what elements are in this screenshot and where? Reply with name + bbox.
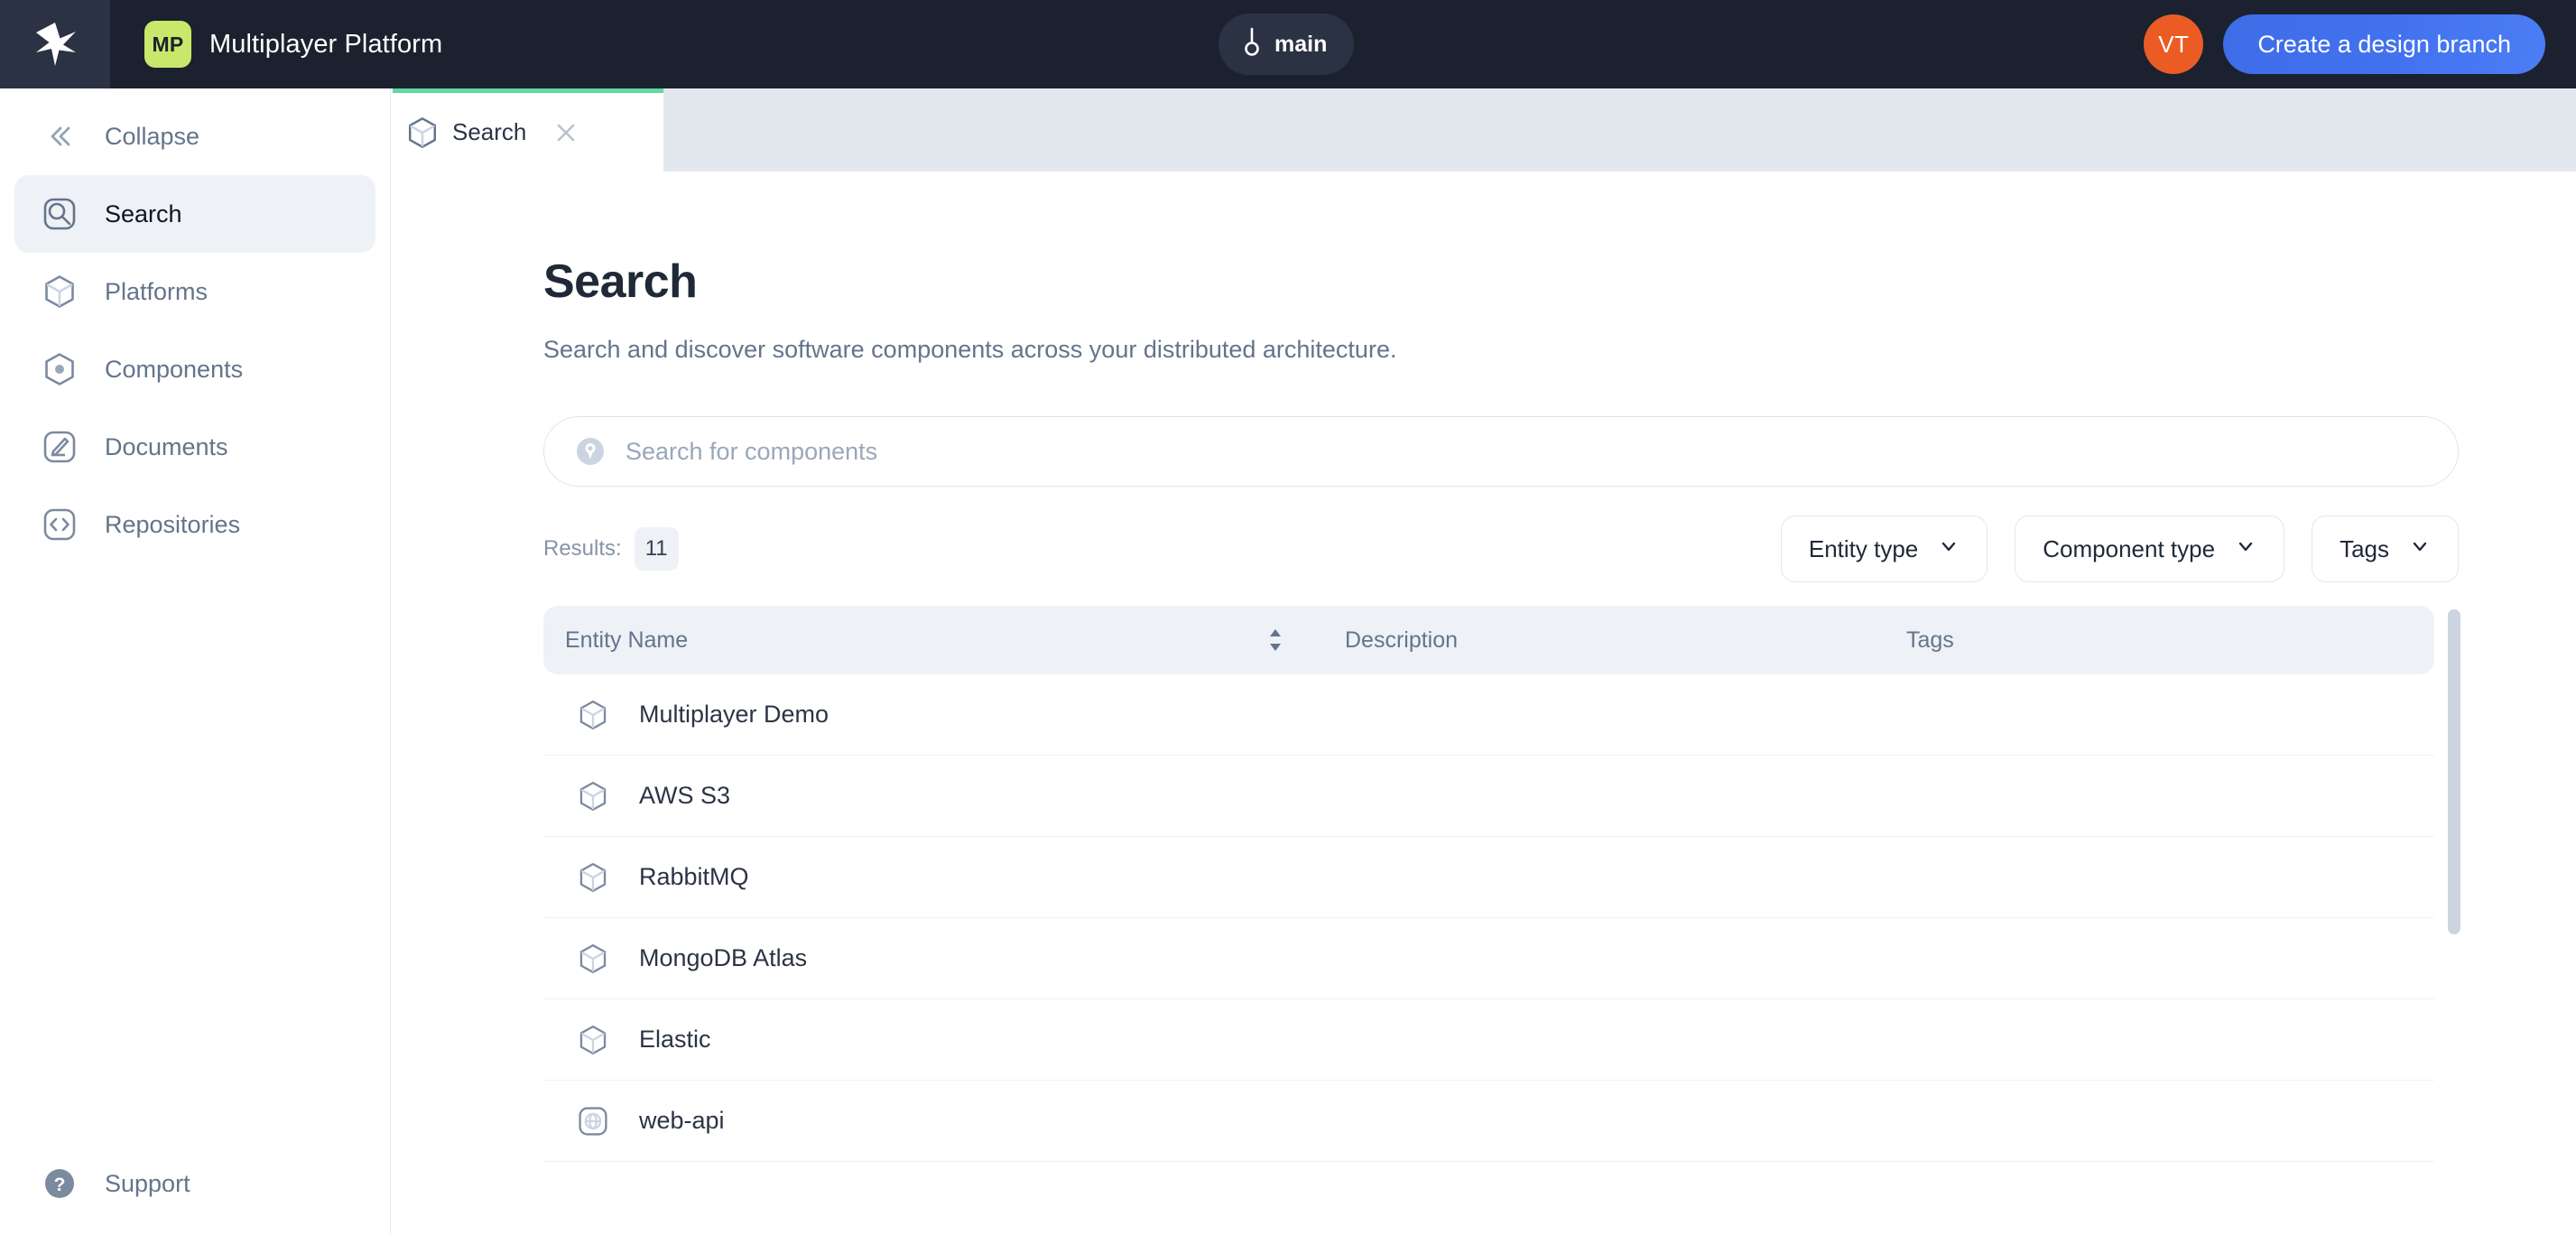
table-vertical-scrollbar[interactable]: [2448, 609, 2460, 934]
main-content: Search Search and discover software comp…: [391, 172, 2576, 1235]
sidebar-item-platforms[interactable]: Platforms: [14, 253, 375, 330]
cube-icon: [393, 116, 452, 150]
filter-component-type[interactable]: Component type: [2015, 515, 2285, 582]
entity-name: web-api: [639, 1107, 725, 1134]
tab-bar-filler: [663, 88, 2576, 172]
tab-label: Search: [452, 118, 527, 145]
column-header-description: Description: [1345, 627, 1459, 653]
cube-icon: [563, 699, 623, 731]
entity-name: AWS S3: [639, 782, 731, 809]
filter-row: Results: 11 Entity type Component type T…: [543, 515, 2459, 582]
chevron-down-icon: [1938, 535, 1960, 563]
table-row[interactable]: Elastic: [543, 999, 2434, 1081]
sidebar-item-label: Support: [105, 1169, 190, 1197]
filter-label: Component type: [2043, 534, 2216, 562]
create-design-branch-button[interactable]: Create a design branch: [2223, 14, 2545, 74]
page-subtitle: Search and discover software components …: [543, 336, 1397, 363]
cube-icon: [563, 942, 623, 975]
branch-name: main: [1274, 31, 1328, 57]
page-title: Search: [543, 255, 698, 308]
top-bar: MP Multiplayer Platform main VT Create a…: [0, 0, 2576, 88]
avatar[interactable]: VT: [2144, 14, 2204, 74]
table-row[interactable]: MongoDB Atlas: [543, 918, 2434, 999]
filter-label: Tags: [2340, 534, 2389, 562]
chevrons-left-icon: [32, 120, 87, 153]
column-header-tags: Tags: [1906, 627, 1954, 653]
results-label: Results:: [543, 536, 622, 561]
document-pen-icon: [32, 429, 87, 465]
branch-selector[interactable]: main: [1219, 14, 1355, 75]
sidebar-collapse-button[interactable]: Collapse: [14, 98, 375, 175]
cube-icon: [32, 274, 87, 310]
cube-icon: [563, 861, 623, 894]
chevron-down-icon: [2409, 535, 2431, 563]
sidebar-collapse-label: Collapse: [105, 122, 200, 150]
sidebar-item-documents[interactable]: Documents: [14, 408, 375, 486]
filter-entity-type[interactable]: Entity type: [1780, 515, 1988, 582]
sidebar-item-label: Search: [105, 200, 182, 228]
help-circle-icon: ?: [32, 1167, 87, 1200]
table-row[interactable]: Multiplayer Demo: [543, 674, 2434, 756]
table-row[interactable]: RabbitMQ: [543, 837, 2434, 918]
sidebar-item-search[interactable]: Search: [14, 175, 375, 253]
hexagon-dot-icon: [32, 351, 87, 387]
search-bar[interactable]: [543, 416, 2459, 487]
chevron-down-icon: [2235, 535, 2256, 563]
tab-bar: Search: [391, 88, 2576, 172]
sort-updown-icon[interactable]: [1256, 627, 1294, 653]
results-count-badge: 11: [634, 527, 679, 571]
cube-icon: [563, 780, 623, 812]
brand: MP Multiplayer Platform: [110, 21, 442, 68]
brand-badge: MP: [144, 21, 191, 68]
table-row[interactable]: web-api: [543, 1081, 2434, 1162]
sidebar-item-label: Platforms: [105, 277, 208, 305]
code-brackets-icon: [32, 506, 87, 543]
close-icon[interactable]: [550, 116, 582, 149]
sidebar-item-label: Repositories: [105, 510, 241, 538]
results-table: Entity Name Description Tags Multiplayer…: [543, 606, 2460, 1162]
right-area: Search Search Search and discover softwa…: [391, 88, 2576, 1235]
body: Collapse Search Platforms Components Doc…: [0, 88, 2576, 1235]
sidebar-item-label: Documents: [105, 432, 228, 460]
table-header-row: Entity Name Description Tags: [543, 606, 2434, 674]
search-input[interactable]: [613, 437, 2429, 466]
cube-icon: [563, 1024, 623, 1056]
sidebar: Collapse Search Platforms Components Doc…: [0, 88, 391, 1235]
filter-label: Entity type: [1808, 534, 1919, 562]
filter-buttons: Entity type Component type Tags: [1780, 515, 2459, 582]
brand-title: Multiplayer Platform: [209, 29, 443, 59]
star-logo-icon: [32, 21, 79, 68]
sidebar-item-components[interactable]: Components: [14, 330, 375, 408]
entity-name: RabbitMQ: [639, 863, 749, 890]
column-header-entity-name: Entity Name: [565, 627, 689, 653]
sidebar-item-repositories[interactable]: Repositories: [14, 486, 375, 563]
sidebar-item-support[interactable]: ? Support: [14, 1145, 375, 1222]
filter-tags[interactable]: Tags: [2312, 515, 2459, 582]
tab-search[interactable]: Search: [393, 88, 663, 172]
svg-text:?: ?: [54, 1175, 66, 1195]
entity-name: Elastic: [639, 1026, 711, 1053]
search-square-icon: [32, 196, 87, 232]
search-pin-icon: [573, 434, 613, 469]
entity-name: MongoDB Atlas: [639, 944, 808, 971]
entity-name: Multiplayer Demo: [639, 701, 829, 728]
topbar-right-group: VT Create a design branch: [2144, 14, 2576, 74]
globe-square-icon: [563, 1105, 623, 1138]
app-logo-button[interactable]: [0, 0, 110, 88]
git-branch-icon: [1242, 27, 1262, 62]
table-row[interactable]: AWS S3: [543, 756, 2434, 837]
sidebar-item-label: Components: [105, 355, 244, 383]
